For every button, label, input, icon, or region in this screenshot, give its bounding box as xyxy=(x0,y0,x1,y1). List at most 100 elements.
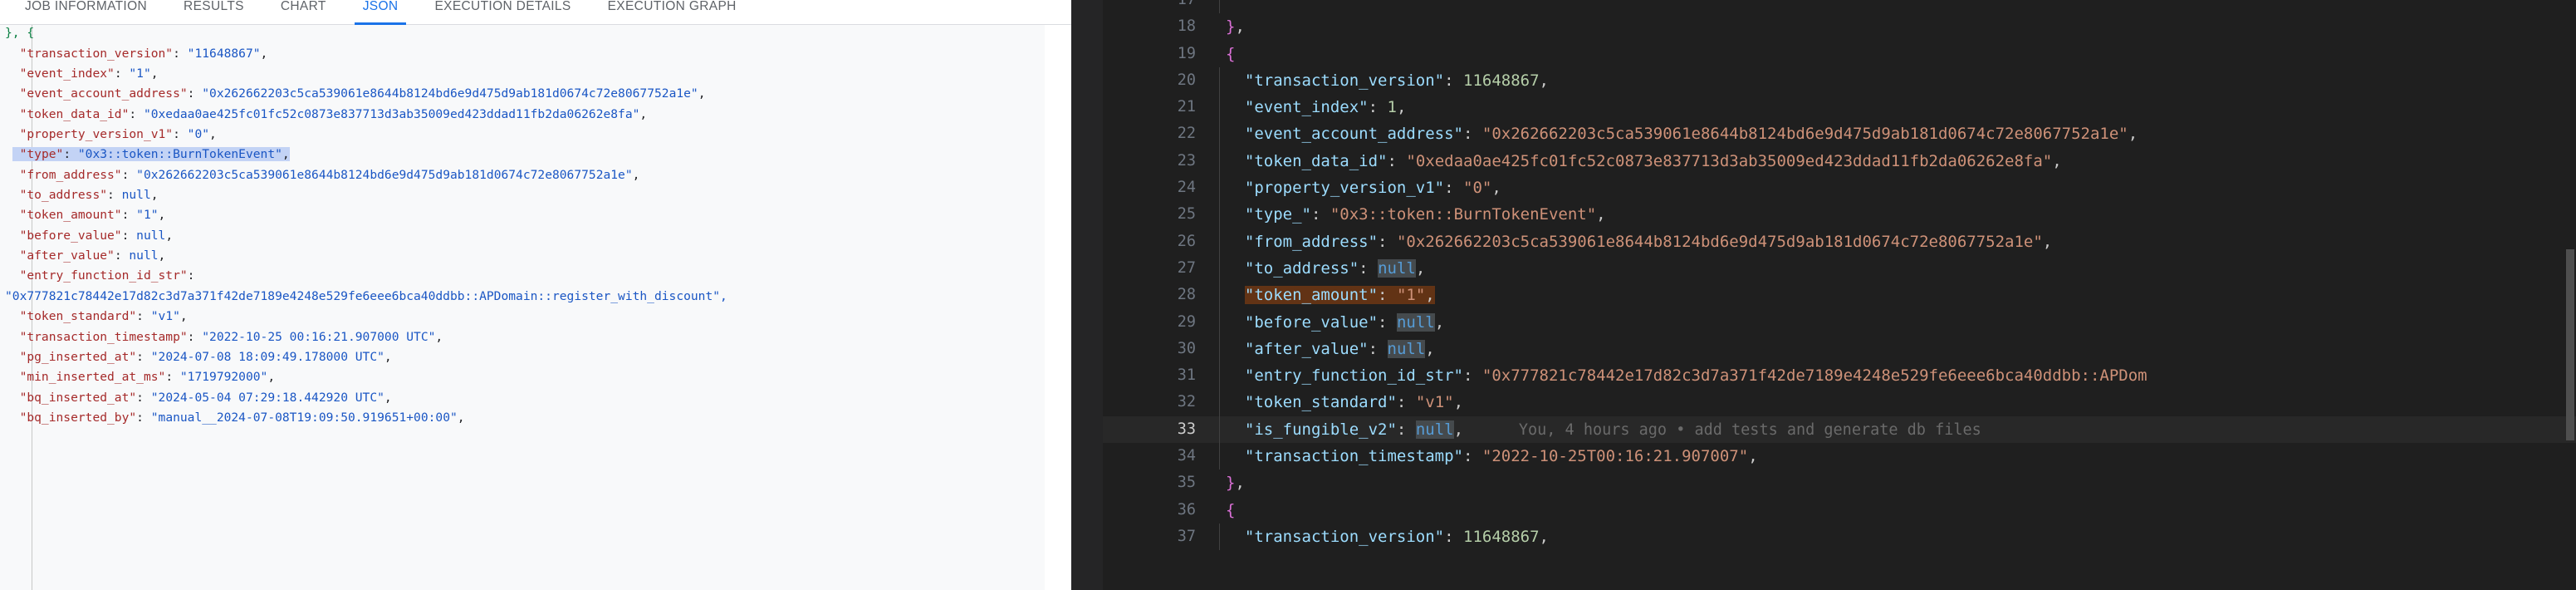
bigquery-json-line: "token_amount": "1", xyxy=(19,208,166,223)
vscode-indent-guide xyxy=(1219,362,1220,390)
bigquery-json-line: "after_value": null, xyxy=(19,248,166,263)
bigquery-json-code: "bq_inserted_by": "manual__2024-07-08T19… xyxy=(0,25,727,428)
bigquery-results-panel: JOB INFORMATION RESULTS CHART JSON EXECUTION… xyxy=(0,0,1071,590)
bigquery-json-line: "transaction_timestamp": "2022-10-25 00:… xyxy=(19,329,443,344)
vscode-line-number: 36 xyxy=(1177,500,1196,519)
vscode-line-text: "after_value": null, xyxy=(1244,339,1435,358)
vscode-code-area[interactable]: 17 "" 18}, 19 {20 "transaction_version": 116… xyxy=(1103,0,2576,590)
vscode-line-number: 18 xyxy=(1177,17,1196,36)
vscode-line: 30 "after_value": null, xyxy=(1103,335,2576,363)
bigquery-json-line: "bq_inserted_at": "2024-05-04 07:29:18.4… xyxy=(19,390,392,405)
vscode-line-text: "before_value": null, xyxy=(1244,312,1445,332)
vscode-indent-guide xyxy=(1219,308,1220,336)
vscode-line-number: 28 xyxy=(1177,286,1196,304)
vscode-scrollbar-thumb[interactable] xyxy=(2566,249,2574,440)
vscode-indent-guide xyxy=(1219,282,1220,309)
vscode-line: 27 "to_address": null, xyxy=(1103,254,2576,283)
bigquery-tab-execution-details[interactable]: EXECUTION DETAILS xyxy=(416,0,589,25)
vscode-line-text: "is_fungible_v2": null, You, 4 hours ago… xyxy=(1244,420,1981,439)
bigquery-json-line: "0x777821c78442e17d82c3d7a371f42de7189e4… xyxy=(5,288,727,303)
vscode-indent-guide xyxy=(1219,523,1220,551)
vscode-line: 35}, xyxy=(1103,470,2576,496)
vscode-line-text: }, xyxy=(1226,17,1245,37)
panel-divider xyxy=(1045,25,1071,590)
vscode-line: 21 "event_index": 1, xyxy=(1103,94,2576,121)
bigquery-json-line: "event_index": "1", xyxy=(19,66,159,81)
vscode-line-current: 33 "is_fungible_v2": null, You, 4 hours … xyxy=(1103,415,2576,444)
bigquery-tab-job-information[interactable]: JOB INFORMATION xyxy=(7,0,165,25)
vscode-line: 20 "transaction_version": 11648867, xyxy=(1103,66,2576,95)
vscode-line-text: "token_data_id": "0xedaa0ae425fc01fc52c0… xyxy=(1244,151,2062,170)
vscode-vertical-scrollbar[interactable] xyxy=(2564,0,2576,590)
screenshot-root: JOB INFORMATION RESULTS CHART JSON EXECUTION… xyxy=(0,0,2576,590)
vscode-line: 34 "transaction_timestamp": "2022-10-25T… xyxy=(1103,443,2576,470)
vscode-line: 31 "entry_function_id_str": "0x777821c78… xyxy=(1103,362,2576,390)
vscode-indent-guide xyxy=(1219,201,1220,229)
vscode-line-number: 37 xyxy=(1177,527,1196,545)
vscode-line-text: "type_": "0x3::token::BurnTokenEvent", xyxy=(1244,205,1606,224)
vscode-line-text: "transaction_version": 11648867, xyxy=(1244,71,1549,90)
bigquery-json-line: "event_account_address": "0x262662203c5c… xyxy=(19,86,706,101)
vscode-line-number: 35 xyxy=(1177,474,1196,492)
vscode-line-text: "event_account_address": "0x262662203c5c… xyxy=(1244,125,2138,144)
vscode-line-number: 23 xyxy=(1177,151,1196,170)
vscode-line: 25 "type_": "0x3::token::BurnTokenEvent"… xyxy=(1103,201,2576,229)
vscode-line: 18}, xyxy=(1103,13,2576,40)
bigquery-json-line: "bq_inserted_by": "manual__2024-07-08T19… xyxy=(19,410,465,425)
bigquery-json-line: "min_inserted_at_ms": "1719792000", xyxy=(19,370,276,385)
vscode-line-number: 30 xyxy=(1177,339,1196,357)
vscode-line: 23 "token_data_id": "0xedaa0ae425fc01fc5… xyxy=(1103,147,2576,175)
vscode-indent-guide xyxy=(1219,443,1220,470)
bigquery-tab-execution-graph[interactable]: EXECUTION GRAPH xyxy=(590,0,755,25)
vscode-line-text: }, xyxy=(1226,474,1245,493)
bigquery-tab-json[interactable]: JSON xyxy=(345,0,417,25)
vscode-line-text: "from_address": "0x262662203c5ca539061e8… xyxy=(1244,232,2053,251)
vscode-line-number: 31 xyxy=(1177,366,1196,385)
bigquery-json-line: "entry_function_id_str": xyxy=(19,268,195,283)
vscode-indent-guide xyxy=(1219,389,1220,416)
vscode-indent-guide xyxy=(1219,147,1220,175)
bigquery-json-viewer[interactable]: "bq_inserted_by": "manual__2024-07-08T19… xyxy=(0,25,1045,590)
bigquery-json-line: "property_version_v1": "0", xyxy=(19,127,217,142)
vscode-line-number: 26 xyxy=(1177,232,1196,250)
vscode-line-number: 32 xyxy=(1177,393,1196,411)
vscode-activity-strip xyxy=(1071,0,1103,590)
vscode-indent-guide xyxy=(1219,94,1220,121)
bigquery-json-line: "transaction_version": "11648867", xyxy=(19,46,268,61)
vscode-indent-guide xyxy=(1219,335,1220,363)
vscode-line-number: 20 xyxy=(1177,71,1196,89)
bigquery-tab-results[interactable]: RESULTS xyxy=(165,0,262,25)
vscode-line-number: 19 xyxy=(1177,44,1196,62)
vscode-line: 22 "event_account_address": "0x262662203… xyxy=(1103,120,2576,148)
vscode-line-text: "transaction_timestamp": "2022-10-25T00:… xyxy=(1244,447,1758,466)
vscode-line-number: 21 xyxy=(1177,98,1196,116)
vscode-line: 28 "token_amount": "1", xyxy=(1103,282,2576,309)
vscode-line: 26 "from_address": "0x262662203c5ca53906… xyxy=(1103,228,2576,255)
vscode-indent-guide xyxy=(1219,175,1220,202)
vscode-line-number: 24 xyxy=(1177,179,1196,197)
bigquery-tab-chart[interactable]: CHART xyxy=(262,0,345,25)
vscode-line-number: 34 xyxy=(1177,447,1196,465)
vscode-line-text: "to_address": null, xyxy=(1244,258,1426,278)
bigquery-json-line: "token_standard": "v1", xyxy=(19,309,188,324)
vscode-line-text: "entry_function_id_str": "0x777821c78442… xyxy=(1244,366,2147,386)
vscode-line: 36 { xyxy=(1103,497,2576,524)
vscode-indent-guide xyxy=(1219,254,1220,283)
vscode-indent-guide xyxy=(1219,66,1220,95)
vscode-line-number: 17 xyxy=(1103,0,1196,13)
bigquery-json-line: "pg_inserted_at": "2024-07-08 18:09:49.1… xyxy=(19,349,392,364)
vscode-line-number: 25 xyxy=(1177,205,1196,224)
vscode-indent-guide xyxy=(1219,0,1220,14)
bigquery-json-line: "token_data_id": "0xedaa0ae425fc01fc52c0… xyxy=(19,106,648,121)
vscode-lines-container: 17 "" 18}, 19 {20 "transaction_version": 116… xyxy=(1103,0,2576,551)
bigquery-json-line: "from_address": "0x262662203c5ca539061e8… xyxy=(19,167,640,182)
vscode-line-text: { xyxy=(1226,44,1236,63)
bigquery-tab-bar: JOB INFORMATION RESULTS CHART JSON EXECUTION… xyxy=(0,0,1071,25)
vscode-line-text: "transaction_version": 11648867, xyxy=(1244,527,1549,546)
vscode-line: 24 "property_version_v1": "0", xyxy=(1103,175,2576,202)
vscode-line-text: "" xyxy=(1226,0,1245,9)
vscode-line-number: 22 xyxy=(1177,125,1196,143)
vscode-line: 17 "" xyxy=(1103,0,2576,14)
vscode-indent-guide xyxy=(1219,415,1220,444)
vscode-line: 19 { xyxy=(1103,41,2576,67)
